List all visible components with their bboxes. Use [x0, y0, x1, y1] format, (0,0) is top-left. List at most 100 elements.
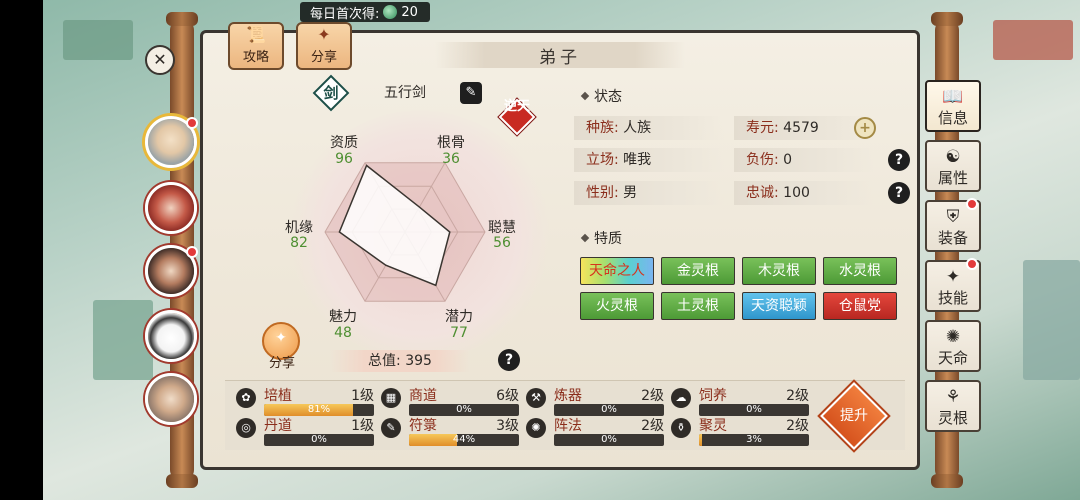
- trait-badge[interactable]: 土灵根: [661, 292, 735, 320]
- skill-level: 1级: [351, 388, 374, 404]
- stat-value-meili: 48: [334, 325, 352, 341]
- stance-value: 唯我: [623, 152, 652, 168]
- armor-icon: ⛨: [946, 207, 960, 227]
- tab-灵根[interactable]: ⚘ 灵根: [925, 380, 981, 432]
- stat-value-qianli: 77: [450, 325, 468, 341]
- figure-icon: ☯: [945, 147, 961, 167]
- total-value: 总值: 395: [330, 350, 470, 372]
- total-help-icon[interactable]: ?: [498, 349, 520, 371]
- trait-badge[interactable]: 木灵根: [742, 257, 816, 285]
- skill-icon: ⚒: [526, 388, 546, 408]
- skill-icon: ◎: [236, 418, 256, 438]
- lifespan-value: 4579: [783, 120, 819, 136]
- loyalty-label: 忠诚:: [746, 185, 779, 201]
- upgrade-label: 提升: [840, 408, 868, 424]
- tab-label: 天命: [937, 349, 968, 367]
- skill-progress-text: 0%: [311, 434, 327, 445]
- scroll-icon: ✦: [945, 267, 961, 287]
- trait-badge[interactable]: 火灵根: [580, 292, 654, 320]
- tab-信息[interactable]: 📖 信息: [925, 80, 981, 132]
- stat-label-zizhi: 资质: [330, 135, 358, 151]
- loyalty-help-icon[interactable]: ?: [888, 182, 910, 204]
- traits-section-title: 特质: [588, 228, 622, 248]
- race-label: 种族:: [586, 120, 619, 136]
- skill-icon: ⚱: [671, 418, 691, 438]
- skill-level: 1级: [351, 418, 374, 434]
- tab-label: 灵根: [937, 409, 968, 427]
- skill-level: 6级: [496, 388, 519, 404]
- skill-icon: ✺: [526, 418, 546, 438]
- gender-value: 男: [623, 185, 638, 201]
- skill-icon: ✎: [381, 418, 401, 438]
- stat-value-gengu: 36: [442, 151, 460, 167]
- skill-level: 2级: [641, 418, 664, 434]
- book-icon: 📖: [942, 87, 964, 107]
- skill-name: 培植: [264, 388, 292, 404]
- trait-badge[interactable]: 天资聪颖: [742, 292, 816, 320]
- skill-item[interactable]: ▦ 商道 6级 0%: [381, 386, 521, 416]
- tab-属性[interactable]: ☯ 属性: [925, 140, 981, 192]
- trait-badge[interactable]: 天命之人: [580, 257, 654, 285]
- skill-name: 聚灵: [699, 418, 727, 434]
- skill-progress-text: 0%: [601, 434, 617, 445]
- info-row-stance: 立场: 唯我: [574, 148, 724, 172]
- info-row-race: 种族: 人族: [574, 116, 724, 140]
- skill-level: 2级: [786, 388, 809, 404]
- skill-name: 饲养: [699, 388, 727, 404]
- skill-icon: ☁: [671, 388, 691, 408]
- skill-item[interactable]: ✿ 培植 1级 81%: [236, 386, 376, 416]
- skill-progress-bar: 0%: [264, 434, 374, 446]
- stat-label-meili: 魅力: [329, 309, 357, 325]
- skill-item[interactable]: ✎ 符箓 3级 44%: [381, 416, 521, 446]
- skill-progress-bar: 44%: [409, 434, 519, 446]
- injury-help-icon[interactable]: ?: [888, 149, 910, 171]
- skill-item[interactable]: ◎ 丹道 1级 0%: [236, 416, 376, 446]
- stat-value-zizhi: 96: [335, 151, 353, 167]
- notification-dot: [966, 258, 978, 270]
- info-row-lifespan: 寿元: 4579: [734, 116, 874, 140]
- tab-label: 技能: [937, 289, 968, 307]
- stat-label-gengu: 根骨: [437, 135, 465, 151]
- root-icon: ⚘: [945, 387, 961, 407]
- skill-progress-text: 3%: [746, 434, 762, 445]
- stat-value-jiyuan: 82: [290, 235, 308, 251]
- trait-badge[interactable]: 仓鼠党: [823, 292, 897, 320]
- skill-name: 阵法: [554, 418, 582, 434]
- skill-level: 2级: [786, 418, 809, 434]
- tab-天命[interactable]: ✺ 天命: [925, 320, 981, 372]
- race-value: 人族: [623, 120, 652, 136]
- skill-progress-bar: 3%: [699, 434, 809, 446]
- trait-badge[interactable]: 水灵根: [823, 257, 897, 285]
- tab-label: 属性: [937, 169, 968, 187]
- tab-label: 装备: [937, 229, 968, 247]
- skill-progress-bar: 0%: [554, 434, 664, 446]
- info-row-injury: 负伤: 0: [734, 148, 874, 172]
- stat-label-qianli: 潜力: [445, 309, 473, 325]
- skill-level: 3级: [496, 418, 519, 434]
- skill-progress-text: 44%: [452, 434, 476, 445]
- trait-badge[interactable]: 金灵根: [661, 257, 735, 285]
- skill-item[interactable]: ⚱ 聚灵 2级 3%: [671, 416, 811, 446]
- info-row-loyalty: 忠诚: 100: [734, 181, 874, 205]
- skill-name: 炼器: [554, 388, 582, 404]
- fate-icon: ✺: [945, 327, 961, 347]
- injury-label: 负伤:: [746, 152, 779, 168]
- notification-dot: [966, 198, 978, 210]
- stat-label-conghui: 聪慧: [488, 220, 516, 236]
- skill-icon: ▦: [381, 388, 401, 408]
- stat-label-jiyuan: 机缘: [285, 220, 313, 236]
- skill-item[interactable]: ☁ 饲养 2级 0%: [671, 386, 811, 416]
- skill-item[interactable]: ✺ 阵法 2级 0%: [526, 416, 666, 446]
- stance-label: 立场:: [586, 152, 619, 168]
- lifespan-add-icon[interactable]: +: [854, 117, 876, 139]
- lifespan-label: 寿元:: [746, 120, 779, 136]
- skill-name: 符箓: [409, 418, 437, 434]
- skill-icon: ✿: [236, 388, 256, 408]
- gender-label: 性别:: [586, 185, 619, 201]
- tab-label: 信息: [937, 109, 968, 127]
- injury-value: 0: [783, 152, 793, 168]
- status-section-title: 状态: [588, 86, 622, 106]
- skill-name: 丹道: [264, 418, 292, 434]
- share-circle-label: 分享: [268, 356, 295, 371]
- skill-item[interactable]: ⚒ 炼器 2级 0%: [526, 386, 666, 416]
